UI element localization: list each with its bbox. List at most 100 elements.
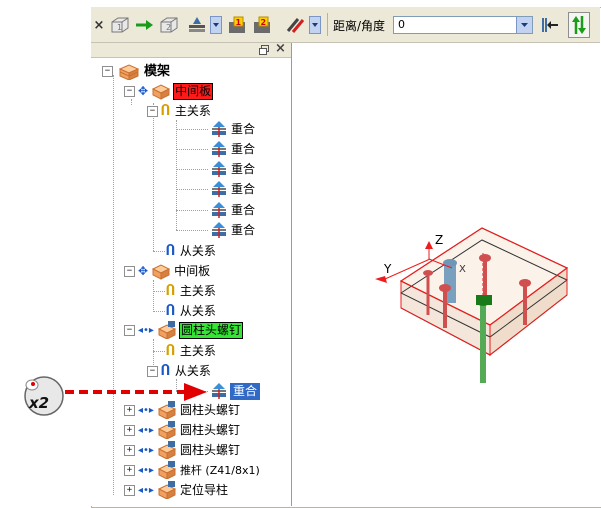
screw-part-icon [157, 321, 177, 339]
tree-node-constraint[interactable]: 重合 [210, 120, 256, 138]
tree-node-part[interactable]: − ◂•▸ 圆柱头螺钉 [124, 321, 243, 339]
tree-node-relation-group[interactable]: Ⴖ 从关系 [166, 242, 217, 260]
3d-viewport[interactable]: Y Z X [293, 43, 600, 506]
child-part-button[interactable]: 2 [251, 16, 273, 34]
tree-node-part[interactable]: + ◂•▸ 圆柱头螺钉 [124, 441, 241, 459]
tree-node-constraint[interactable]: 重合 [210, 201, 256, 219]
distance-angle-input[interactable]: 0 [393, 16, 533, 34]
paperclip-icon: Ⴖ [166, 283, 175, 299]
mate-constraint-icon [212, 222, 226, 238]
select-part-2-button[interactable]: 2 [157, 16, 181, 34]
slide-handle-icon: ◂•▸ [138, 404, 154, 416]
paperclip-icon: Ⴖ [166, 243, 175, 259]
tree-connector [153, 291, 165, 292]
callout-arrow [65, 383, 207, 401]
distance-dropdown-button[interactable] [516, 17, 532, 33]
mate-constraint-icon [189, 17, 205, 32]
mate-constraint-icon [212, 202, 226, 218]
paperclip-icon: Ⴖ [166, 343, 175, 359]
slide-handle-icon: ◂•▸ [138, 324, 154, 336]
swap-arrows-icon [572, 16, 586, 34]
tree-root-node[interactable]: − 模架 [102, 62, 171, 80]
screw-part-icon [157, 421, 177, 439]
tree-connector [176, 230, 208, 231]
tree-node-part[interactable]: − ✥ 中间板 [124, 82, 214, 100]
mate-constraint-icon [212, 181, 226, 197]
plate-icon [151, 84, 171, 100]
green-arrow-icon [136, 20, 153, 30]
slide-handle-icon: ◂•▸ [138, 444, 154, 456]
arrow-left-stop-icon [542, 18, 558, 32]
screw-part-icon [157, 441, 177, 459]
tree-node-part[interactable]: + ◂•▸ 圆柱头螺钉 [124, 401, 241, 419]
close-toolbar-button[interactable]: × [93, 16, 105, 34]
tree-node-relation-group[interactable]: − Ⴖ 主关系 [147, 102, 212, 120]
tree-node-relation-group[interactable]: Ⴖ 主关系 [166, 282, 217, 300]
move-handle-icon: ✥ [138, 84, 149, 98]
parent-part-button[interactable]: 1 [226, 16, 248, 34]
mold-plate-model [375, 227, 569, 383]
tree-node-constraint[interactable]: 重合 [210, 160, 256, 178]
expand-toggle[interactable]: + [124, 404, 135, 416]
collapse-toggle[interactable]: − [124, 85, 135, 97]
tree-connector [153, 311, 165, 312]
tree-node-part[interactable]: + ◂•▸ 推杆 (Z41/8x1) [124, 461, 261, 479]
tree-connector [153, 280, 154, 312]
guide-pin-part-icon [157, 481, 177, 499]
tree-connector [176, 169, 208, 170]
mate-constraint-icon [212, 141, 226, 157]
tree-node-relation-group[interactable]: Ⴖ 从关系 [166, 302, 217, 320]
tree-node-constraint-selected[interactable]: 重合 [210, 382, 261, 400]
tree-panel-header: × [91, 41, 291, 58]
tree-node-part[interactable]: + ◂•▸ 定位导柱 [124, 481, 229, 499]
collapse-toggle[interactable]: − [124, 324, 135, 336]
ejector-pin-part-icon [157, 461, 177, 479]
expand-toggle[interactable]: + [124, 444, 135, 456]
tree-node-part[interactable]: − ✥ 中间板 [124, 262, 211, 280]
chevron-down-icon [309, 16, 321, 34]
constraint-toolbar: × 1 2 1 2 距离/角度 0 [91, 7, 600, 43]
float-window-icon[interactable] [259, 44, 269, 55]
part-2-icon: 2 [254, 16, 270, 33]
tree-connector [176, 210, 208, 211]
flip-distance-button[interactable] [540, 16, 560, 34]
swap-parts-button[interactable] [568, 12, 590, 38]
tree-node-relation-group[interactable]: − Ⴖ 从关系 [147, 362, 212, 380]
mate-type-dropdown[interactable] [309, 16, 321, 34]
tree-connector [176, 149, 208, 150]
close-icon: × [93, 17, 105, 33]
slide-handle-icon: ◂•▸ [138, 484, 154, 496]
expand-toggle[interactable]: + [124, 464, 135, 476]
tree-connector [153, 103, 154, 251]
tree-connector [113, 75, 114, 495]
tree-node-constraint[interactable]: 重合 [210, 180, 256, 198]
tree-node-constraint[interactable]: 重合 [210, 221, 256, 239]
slide-handle-icon: ◂•▸ [138, 464, 154, 476]
constraint-type-button[interactable] [186, 16, 208, 34]
chevron-down-icon [210, 16, 222, 34]
collapse-toggle[interactable]: − [124, 265, 135, 277]
tree-node-relation-group[interactable]: Ⴖ 主关系 [166, 342, 217, 360]
collapse-toggle[interactable]: − [147, 105, 158, 117]
tree-connector [176, 120, 177, 230]
mold-base-icon [118, 64, 140, 80]
double-click-callout: x2 [20, 372, 68, 418]
close-panel-icon[interactable]: × [275, 41, 286, 56]
expand-toggle[interactable]: + [124, 484, 135, 496]
move-handle-icon: ✥ [138, 264, 149, 278]
collapse-toggle[interactable]: − [102, 65, 113, 77]
direction-arrow-button[interactable] [134, 16, 156, 34]
paperclip-icon: Ⴖ [161, 363, 170, 379]
svg-text:2: 2 [261, 18, 267, 27]
mate-constraint-icon [212, 161, 226, 177]
select-part-1-button[interactable]: 1 [108, 16, 132, 34]
expand-toggle[interactable]: + [124, 424, 135, 436]
constraint-type-dropdown[interactable] [210, 16, 222, 34]
tree-node-constraint[interactable]: 重合 [210, 140, 256, 158]
tree-node-part[interactable]: + ◂•▸ 圆柱头螺钉 [124, 421, 241, 439]
screw-part-icon [157, 401, 177, 419]
collapse-toggle[interactable]: − [147, 365, 158, 377]
toolbar-separator [327, 13, 328, 36]
svg-text:1: 1 [236, 18, 242, 27]
mate-type-button[interactable] [283, 16, 307, 34]
